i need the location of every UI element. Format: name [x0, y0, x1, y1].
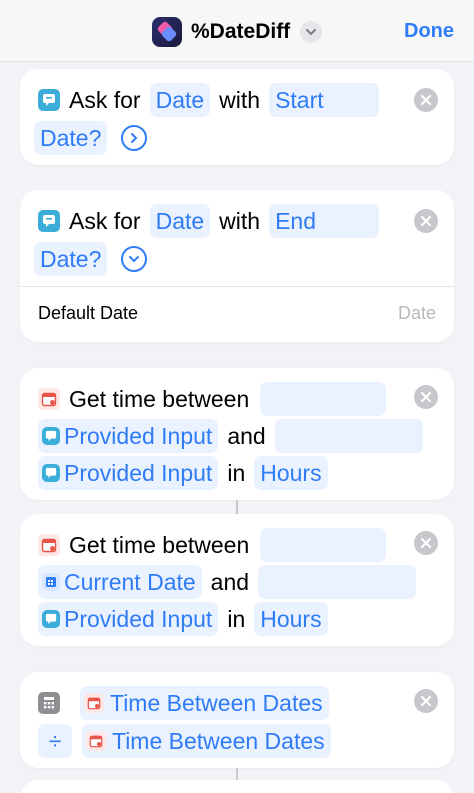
default-date-label: Default Date [38, 303, 139, 323]
shortcut-input-icon [42, 610, 60, 628]
prompt-token-date[interactable]: Date? [34, 121, 108, 155]
collapse-chevron-down-icon[interactable] [121, 246, 148, 272]
calendar-icon [38, 388, 60, 410]
in-label: in [227, 606, 246, 632]
default-date-field[interactable]: Date [398, 303, 436, 324]
calendar-icon [38, 534, 60, 556]
variable-token-provided-input[interactable]: Provided Input [38, 602, 219, 636]
variable-token-label: Time Between Dates [110, 690, 323, 716]
action-get-time-between-2[interactable]: Get time between Current Date and Provid… [20, 514, 454, 646]
remove-action-close-icon[interactable] [414, 689, 438, 713]
prompt-token-end[interactable]: End [269, 204, 380, 238]
calculator-icon [38, 692, 60, 714]
expand-chevron-right-icon[interactable] [121, 125, 148, 151]
shortcut-title[interactable]: %DateDiff [191, 20, 290, 44]
second-date-slot[interactable] [258, 565, 417, 599]
calendar-icon [84, 693, 104, 713]
remove-action-close-icon[interactable] [414, 209, 438, 233]
second-date-slot[interactable] [274, 419, 423, 453]
get-time-between-label: Get time between [69, 532, 250, 558]
action-connector [236, 768, 238, 780]
action-get-time-between-1[interactable]: Get time between Provided Input and Prov… [20, 368, 454, 500]
input-type-token[interactable]: Date [149, 204, 211, 238]
unit-token[interactable]: Hours [254, 602, 328, 636]
done-button[interactable]: Done [404, 20, 454, 43]
ask-for-input-icon [38, 89, 60, 111]
ask-for-input-icon [38, 210, 60, 232]
calendar-icon [86, 731, 106, 751]
title-chevron-down-icon[interactable] [300, 21, 322, 43]
variable-token-provided-input[interactable]: Provided Input [38, 456, 219, 490]
with-label: with [219, 87, 261, 113]
first-date-slot[interactable] [260, 528, 387, 562]
with-label: with [219, 208, 261, 234]
action-connector [236, 500, 238, 514]
variable-token-label: Provided Input [64, 423, 213, 449]
remove-action-close-icon[interactable] [414, 88, 438, 112]
remove-action-close-icon[interactable] [414, 531, 438, 555]
and-label: and [210, 569, 250, 595]
variable-token-label: Provided Input [64, 606, 213, 632]
shortcut-input-icon [42, 464, 60, 482]
ask-for-label: Ask for [69, 208, 141, 234]
prompt-token-date[interactable]: Date? [34, 242, 108, 276]
get-time-between-label: Get time between [69, 386, 250, 412]
operator-token[interactable]: ÷ [38, 724, 72, 758]
variable-token-time-between-dates[interactable]: Time Between Dates [82, 724, 331, 758]
unit-token[interactable]: Hours [254, 456, 328, 490]
calendar-grid-icon [42, 573, 60, 591]
variable-token-label: Current Date [64, 569, 196, 595]
nav-bar: %DateDiff Done [0, 0, 474, 62]
variable-token-provided-input[interactable]: Provided Input [38, 419, 219, 453]
input-type-token[interactable]: Date [149, 83, 211, 117]
prompt-token-start[interactable]: Start [269, 83, 380, 117]
shortcut-app-icon [152, 17, 182, 47]
and-label: and [227, 423, 266, 449]
ask-for-label: Ask for [69, 87, 141, 113]
next-action-card[interactable] [20, 780, 454, 793]
in-label: in [227, 460, 246, 486]
variable-token-current-date[interactable]: Current Date [38, 565, 202, 599]
first-date-slot[interactable] [260, 382, 387, 416]
remove-action-close-icon[interactable] [414, 385, 438, 409]
action-ask-start-date[interactable]: Ask for Date with Start Date? [20, 69, 454, 165]
action-ask-end-date[interactable]: Ask for Date with End Date? Default Date… [20, 190, 454, 342]
variable-token-label: Provided Input [64, 460, 213, 486]
action-calculate[interactable]: Time Between Dates ÷ Time Between Dates [20, 672, 454, 768]
shortcut-input-icon [42, 427, 60, 445]
variable-token-label: Time Between Dates [112, 728, 325, 754]
variable-token-time-between-dates[interactable]: Time Between Dates [80, 686, 329, 720]
